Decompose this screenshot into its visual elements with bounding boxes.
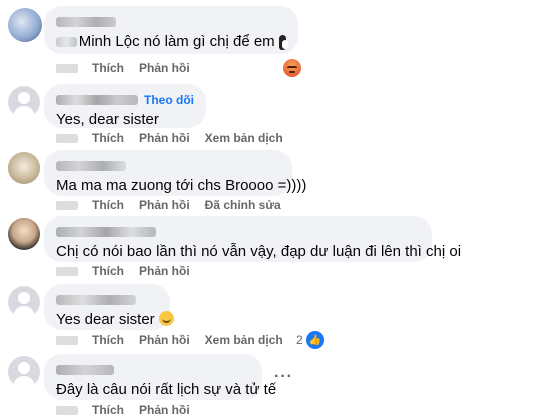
reply-button[interactable]: Phản hồi — [139, 333, 190, 347]
like-icon: 👍 — [305, 331, 324, 349]
timestamp[interactable] — [56, 335, 78, 345]
reply-button[interactable]: Phản hồi — [139, 198, 190, 212]
commenter-name[interactable] — [56, 224, 420, 240]
avatar[interactable] — [8, 86, 40, 118]
avatar[interactable] — [8, 286, 40, 318]
comment-bubble: Minh Lộc nó làm gì chị để em — [44, 6, 298, 54]
reply-button[interactable]: Phản hồi — [139, 61, 190, 75]
comment-text: Đây là câu nói rất lịch sự và tử tế — [56, 381, 277, 398]
smile-emoji-icon — [158, 311, 174, 326]
avatar[interactable] — [8, 356, 40, 388]
angry-icon — [283, 59, 301, 77]
reply-button[interactable]: Phản hồi — [139, 131, 190, 145]
commenter-name[interactable] — [56, 158, 280, 174]
edited-label: Đã chỉnh sửa — [204, 198, 281, 212]
comment-actions: Thích Phản hồi Xem bản dịch — [56, 130, 298, 146]
reply-button[interactable]: Phản hồi — [139, 403, 190, 417]
timestamp[interactable] — [56, 266, 78, 276]
like-button[interactable]: Thích — [92, 61, 124, 75]
blurred-name — [56, 227, 156, 237]
blurred-name — [56, 365, 114, 375]
comment-actions: Thích Phản hồi — [56, 263, 205, 279]
comment-text: Yes dear sister — [56, 311, 155, 328]
timestamp[interactable] — [56, 405, 78, 415]
avatar[interactable] — [8, 152, 40, 184]
comment-actions: Thích Phản hồi — [56, 402, 205, 418]
like-button[interactable]: Thích — [92, 403, 124, 417]
reaction-count: 2 — [296, 333, 303, 347]
comment-bubble: Chị có nói bao lần thì nó vẫn vậy, đạp d… — [44, 216, 462, 262]
comment-bubble: Yes dear sister — [44, 284, 174, 330]
commenter-name[interactable] — [56, 14, 286, 30]
penguin-emoji-icon — [278, 34, 289, 50]
see-translation-link[interactable]: Xem bản dịch — [205, 333, 283, 347]
avatar[interactable] — [8, 218, 40, 250]
timestamp[interactable] — [56, 133, 78, 143]
comment-text: Yes, dear sister — [56, 111, 159, 128]
reaction-summary[interactable] — [283, 59, 301, 77]
reply-button[interactable]: Phản hồi — [139, 264, 190, 278]
like-button[interactable]: Thích — [92, 131, 124, 145]
timestamp[interactable] — [56, 63, 78, 73]
like-button[interactable]: Thích — [92, 198, 124, 212]
comment-actions: Thích Phản hồi — [56, 60, 205, 76]
comment-text: Ma ma ma zuong tới chs Broooo =)))) — [56, 177, 307, 194]
blurred-name — [56, 161, 126, 171]
like-button[interactable]: Thích — [92, 333, 124, 347]
commenter-name[interactable] — [56, 292, 158, 308]
reaction-summary[interactable]: 2 👍 — [296, 331, 324, 349]
commenter-name[interactable] — [56, 362, 250, 378]
blurred-name — [56, 295, 136, 305]
follow-button[interactable]: Theo dõi — [144, 93, 194, 107]
comment-bubble: Đây là câu nói rất lịch sự và tử tế — [44, 354, 277, 400]
comment-text: Minh Lộc nó làm gì chị để em — [78, 33, 275, 50]
comment-actions: Thích Phản hồi Xem bản dịch — [56, 332, 298, 348]
see-translation-link[interactable]: Xem bản dịch — [205, 131, 283, 145]
blurred-name — [56, 17, 116, 27]
commenter-name[interactable]: Theo dõi — [56, 92, 194, 108]
more-options-icon[interactable]: ··· — [274, 368, 293, 386]
comment-text: Chị có nói bao lần thì nó vẫn vậy, đạp d… — [56, 243, 462, 260]
blurred-mention — [56, 37, 77, 47]
comment-bubble: Ma ma ma zuong tới chs Broooo =)))) — [44, 150, 307, 196]
like-button[interactable]: Thích — [92, 264, 124, 278]
timestamp[interactable] — [56, 200, 78, 210]
avatar[interactable] — [8, 8, 42, 42]
comment-bubble: Theo dõi Yes, dear sister — [44, 84, 206, 128]
comment-actions: Thích Phản hồi Đã chỉnh sửa — [56, 197, 296, 213]
blurred-name — [56, 95, 138, 105]
